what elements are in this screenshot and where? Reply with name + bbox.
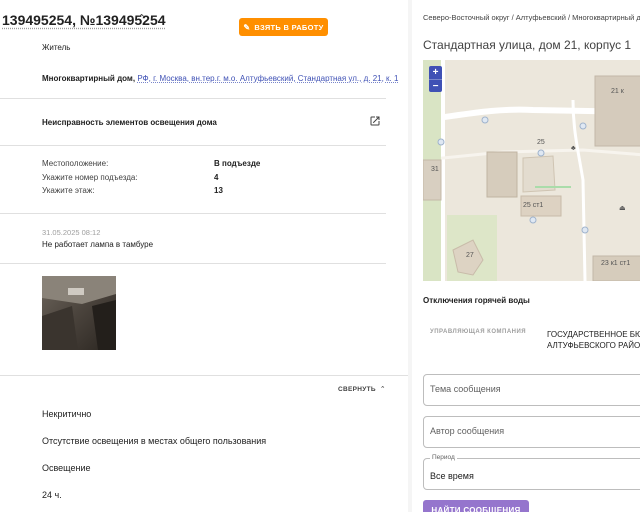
take-to-work-label: ВЗЯТЬ В РАБОТУ bbox=[254, 22, 324, 32]
take-to-work-button[interactable]: ✎ ВЗЯТЬ В РАБОТУ bbox=[239, 18, 328, 36]
period-label: Период bbox=[430, 454, 457, 461]
ticket-panel: 139495254, №139495254 ⌃ ✎ ВЗЯТЬ В РАБОТУ… bbox=[0, 0, 408, 512]
map-label: 27 bbox=[466, 252, 474, 259]
problem-title: Неисправность элементов освещения дома bbox=[42, 118, 217, 127]
hot-water-title: Отключения горячей воды bbox=[423, 296, 530, 305]
criticality: Некритично bbox=[42, 409, 92, 419]
author-field[interactable] bbox=[423, 416, 640, 448]
svg-text:⏏: ⏏ bbox=[619, 205, 626, 212]
chevron-up-icon: ⌃ bbox=[377, 386, 386, 393]
deadline: 24 ч. bbox=[42, 490, 62, 500]
ticket-header: 139495254, №139495254 ⌃ ✎ ВЗЯТЬ В РАБОТУ bbox=[0, 8, 400, 36]
collapse-label: СВЕРНУТЬ bbox=[338, 386, 376, 393]
map-label: 25 bbox=[537, 139, 545, 146]
divider bbox=[0, 375, 408, 376]
pencil-icon: ✎ bbox=[243, 22, 251, 32]
divider bbox=[0, 263, 386, 264]
author-type: Житель bbox=[42, 43, 71, 52]
map-label: 25 ст1 bbox=[523, 202, 544, 209]
author-input[interactable] bbox=[430, 426, 630, 436]
field-label-floor: Укажите этаж: bbox=[42, 186, 95, 195]
collapse-button[interactable]: СВЕРНУТЬ ⌃ bbox=[338, 385, 386, 393]
map-canvas: ♣ ⏏ bbox=[423, 60, 640, 281]
problem-group: Освещение bbox=[42, 463, 91, 473]
address-prefix: Многоквартирный дом, bbox=[42, 74, 136, 83]
map-label: 23 к1 ст1 bbox=[601, 260, 631, 267]
zoom-out-button[interactable]: − bbox=[429, 79, 442, 92]
management-company-value: ГОСУДАРСТВЕННОЕ БЮДЖ АЛТУФЬЕВСКОГО РАЙОН… bbox=[547, 329, 640, 351]
field-label-location: Местоположение: bbox=[42, 159, 109, 168]
management-company-label: УПРАВЛЯЮЩАЯ КОМПАНИЯ bbox=[430, 329, 527, 335]
subject-field[interactable] bbox=[423, 374, 640, 406]
svg-text:♣: ♣ bbox=[571, 145, 576, 152]
object-panel: Северо-Восточный округ / Алтуфьевский / … bbox=[412, 0, 640, 512]
breadcrumb: Северо-Восточный округ / Алтуфьевский / … bbox=[423, 13, 640, 22]
map-zoom-control: + − bbox=[429, 66, 442, 92]
object-address: Многоквартирный дом, РФ, г. Москва, вн.т… bbox=[42, 74, 398, 83]
field-value-floor: 13 bbox=[214, 186, 223, 195]
divider bbox=[0, 98, 386, 99]
divider bbox=[0, 213, 386, 214]
attached-photo[interactable] bbox=[42, 276, 116, 350]
management-company-line: ГОСУДАРСТВЕННОЕ БЮДЖ bbox=[547, 330, 640, 339]
map[interactable]: ♣ ⏏ 21 к 31 25 25 ст1 27 23 к1 ст1 + − bbox=[423, 60, 640, 281]
address-link[interactable]: РФ, г. Москва, вн.тер.г. м.о. Алтуфьевск… bbox=[137, 74, 398, 83]
field-value-location: В подъезде bbox=[214, 159, 261, 168]
map-label: 21 к bbox=[611, 88, 624, 95]
zoom-in-button[interactable]: + bbox=[429, 66, 442, 79]
message-timestamp: 31.05.2025 08:12 bbox=[42, 228, 101, 237]
message-text: Не работает лампа в тамбуре bbox=[42, 240, 154, 249]
map-label: 31 bbox=[431, 166, 439, 173]
object-address-title: Стандартная улица, дом 21, корпус 1 bbox=[423, 38, 632, 52]
subject-input[interactable] bbox=[430, 384, 630, 394]
management-company-line: АЛТУФЬЕВСКОГО РАЙОНА bbox=[547, 341, 640, 350]
field-value-entrance: 4 bbox=[214, 173, 219, 182]
period-value: Все время bbox=[430, 471, 474, 481]
period-select[interactable]: Период Все время bbox=[423, 454, 640, 490]
field-label-entrance: Укажите номер подъезда: bbox=[42, 173, 138, 182]
problem-category: Отсутствие освещения в местах общего пол… bbox=[42, 436, 267, 446]
find-messages-button[interactable]: НАЙТИ СООБЩЕНИЯ bbox=[423, 500, 529, 512]
chevron-up-icon[interactable]: ⌃ bbox=[137, 12, 146, 25]
open-external-icon[interactable] bbox=[369, 115, 381, 127]
divider bbox=[0, 145, 386, 146]
